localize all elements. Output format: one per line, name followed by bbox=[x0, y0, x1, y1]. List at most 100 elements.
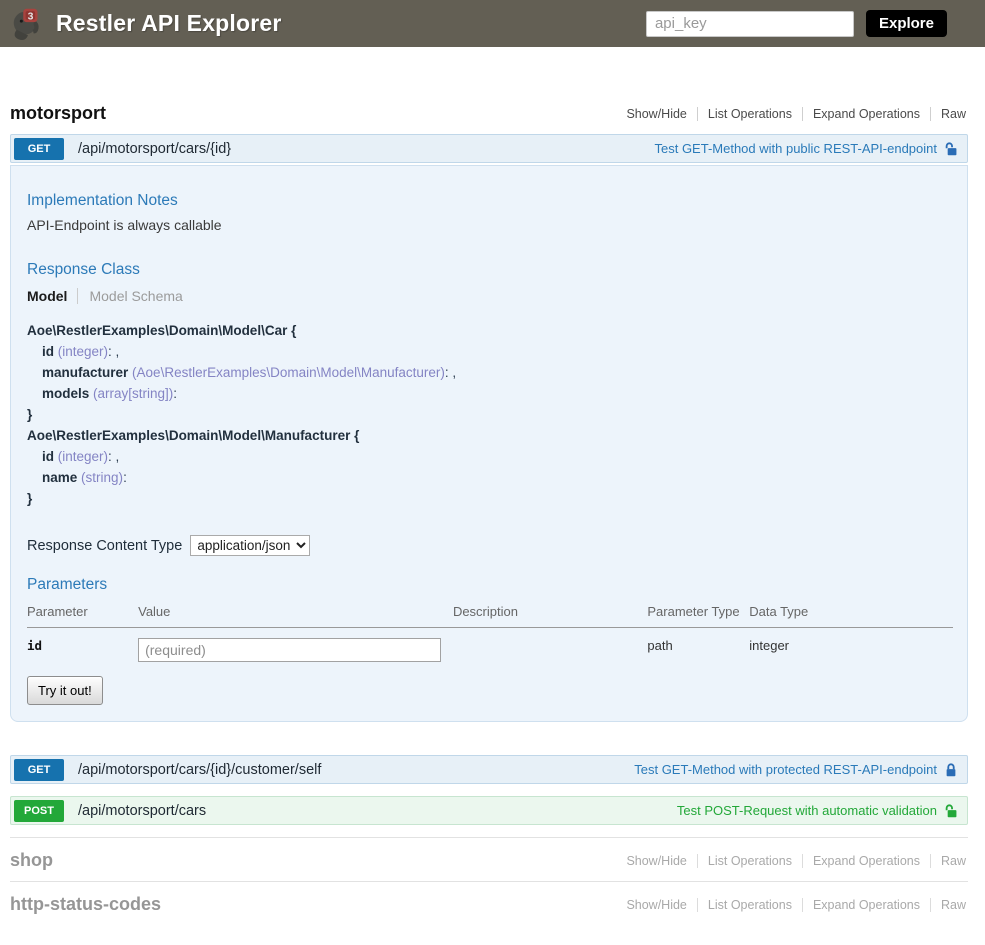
app-title: Restler API Explorer bbox=[56, 10, 282, 37]
parameter-row-id: id path integer bbox=[27, 628, 953, 665]
col-parameter: Parameter bbox=[27, 598, 138, 628]
show-hide-link[interactable]: Show/Hide bbox=[616, 854, 696, 868]
parameters-table-header-row: Parameter Value Description Parameter Ty… bbox=[27, 598, 953, 628]
explore-button[interactable]: Explore bbox=[866, 10, 947, 37]
model-car-header: Aoe\RestlerExamples\Domain\Model\Car { bbox=[27, 320, 953, 341]
logo-badge-3: 3 bbox=[28, 11, 34, 22]
section-header-http-status-codes: http-status-codes Show/Hide List Operati… bbox=[10, 882, 968, 925]
op-path-link[interactable]: /api/motorsport/cars/{id} bbox=[78, 141, 231, 157]
model-property: name (string): bbox=[27, 467, 953, 488]
section-shop: shop Show/Hide List Operations Expand Op… bbox=[10, 837, 968, 881]
op-detail-panel: Implementation Notes API-Endpoint is alw… bbox=[10, 165, 968, 722]
raw-link[interactable]: Raw bbox=[930, 898, 968, 912]
op-path-link[interactable]: /api/motorsport/cars/{id}/customer/self bbox=[78, 762, 321, 778]
property-sep: : , bbox=[108, 344, 119, 359]
operation-get-customer: GET /api/motorsport/cars/{id}/customer/s… bbox=[10, 755, 968, 784]
parameters-heading: Parameters bbox=[27, 576, 953, 594]
property-type: (integer) bbox=[58, 344, 108, 359]
model-manufacturer-close: } bbox=[27, 488, 953, 509]
property-sep: : , bbox=[445, 365, 456, 380]
model-property: models (array[string]): bbox=[27, 383, 953, 404]
property-name: models bbox=[42, 386, 89, 401]
tab-model-schema[interactable]: Model Schema bbox=[77, 288, 182, 304]
op-summary-text: Test GET-Method with protected REST-API-… bbox=[634, 762, 937, 777]
section-title-http-status-codes[interactable]: http-status-codes bbox=[10, 894, 161, 915]
property-sep: : , bbox=[108, 449, 119, 464]
property-name: manufacturer bbox=[42, 365, 128, 380]
lock-open-icon bbox=[944, 803, 958, 819]
op-path-link[interactable]: /api/motorsport/cars bbox=[78, 803, 206, 819]
parameters-table: Parameter Value Description Parameter Ty… bbox=[27, 598, 953, 664]
response-content-type-row: Response Content Type application/json bbox=[27, 535, 953, 556]
parameter-type: path bbox=[647, 628, 749, 665]
parameter-description bbox=[453, 628, 647, 665]
model-tabs: Model Model Schema bbox=[27, 288, 953, 304]
parameter-name: id bbox=[27, 628, 138, 665]
op-summary-link[interactable]: Test GET-Method with protected REST-API-… bbox=[634, 762, 967, 778]
implementation-notes-heading: Implementation Notes bbox=[27, 192, 953, 210]
property-type: (string) bbox=[81, 470, 123, 485]
response-class-heading: Response Class bbox=[27, 261, 953, 279]
op-summary-text: Test POST-Request with automatic validat… bbox=[677, 803, 937, 818]
section-header-motorsport: motorsport Show/Hide List Operations Exp… bbox=[10, 91, 968, 134]
show-hide-link[interactable]: Show/Hide bbox=[616, 107, 696, 121]
section-toolbar-motorsport: Show/Hide List Operations Expand Operati… bbox=[616, 107, 968, 121]
section-toolbar-http-status-codes: Show/Hide List Operations Expand Operati… bbox=[616, 898, 968, 912]
section-motorsport: motorsport Show/Hide List Operations Exp… bbox=[10, 91, 968, 825]
expand-operations-link[interactable]: Expand Operations bbox=[802, 107, 930, 121]
try-it-out-button[interactable]: Try it out! bbox=[27, 676, 103, 705]
expand-operations-link[interactable]: Expand Operations bbox=[802, 854, 930, 868]
property-sep: : bbox=[173, 386, 177, 401]
property-name: id bbox=[42, 449, 54, 464]
http-method-badge[interactable]: GET bbox=[14, 759, 64, 781]
model-car-close: } bbox=[27, 404, 953, 425]
section-http-status-codes: http-status-codes Show/Hide List Operati… bbox=[10, 881, 968, 925]
list-operations-link[interactable]: List Operations bbox=[697, 854, 802, 868]
raw-link[interactable]: Raw bbox=[930, 854, 968, 868]
op-summary-text: Test GET-Method with public REST-API-end… bbox=[654, 141, 937, 156]
raw-link[interactable]: Raw bbox=[930, 107, 968, 121]
property-type: (array[string]) bbox=[93, 386, 173, 401]
expand-operations-link[interactable]: Expand Operations bbox=[802, 898, 930, 912]
property-sep: : bbox=[123, 470, 127, 485]
col-parameter-type: Parameter Type bbox=[647, 598, 749, 628]
model-manufacturer-header: Aoe\RestlerExamples\Domain\Model\Manufac… bbox=[27, 425, 953, 446]
parameter-value-input[interactable] bbox=[138, 638, 441, 662]
api-key-input[interactable] bbox=[646, 11, 854, 37]
show-hide-link[interactable]: Show/Hide bbox=[616, 898, 696, 912]
section-title-motorsport[interactable]: motorsport bbox=[10, 103, 106, 124]
op-row-get-car[interactable]: GET /api/motorsport/cars/{id} Test GET-M… bbox=[10, 134, 968, 163]
http-method-badge[interactable]: POST bbox=[14, 800, 64, 822]
model-property: manufacturer (Aoe\RestlerExamples\Domain… bbox=[27, 362, 953, 383]
model-property: id (integer): , bbox=[27, 446, 953, 467]
list-operations-link[interactable]: List Operations bbox=[697, 898, 802, 912]
implementation-notes-text: API-Endpoint is always callable bbox=[27, 217, 953, 233]
op-summary-link[interactable]: Test POST-Request with automatic validat… bbox=[677, 803, 967, 819]
model-property: id (integer): , bbox=[27, 341, 953, 362]
app-header: 3 Restler API Explorer Explore bbox=[0, 0, 985, 47]
section-title-shop[interactable]: shop bbox=[10, 850, 53, 871]
http-method-badge[interactable]: GET bbox=[14, 138, 64, 160]
property-name: id bbox=[42, 344, 54, 359]
list-operations-link[interactable]: List Operations bbox=[697, 107, 802, 121]
operation-post-cars: POST /api/motorsport/cars Test POST-Requ… bbox=[10, 796, 968, 825]
parameter-data-type: integer bbox=[749, 628, 953, 665]
response-content-type-label: Response Content Type bbox=[27, 538, 182, 554]
col-data-type: Data Type bbox=[749, 598, 953, 628]
tab-model[interactable]: Model bbox=[27, 288, 67, 304]
property-name: name bbox=[42, 470, 77, 485]
model-signature: Aoe\RestlerExamples\Domain\Model\Car { i… bbox=[27, 320, 953, 509]
op-row-get-customer[interactable]: GET /api/motorsport/cars/{id}/customer/s… bbox=[10, 755, 968, 784]
operation-get-car: GET /api/motorsport/cars/{id} Test GET-M… bbox=[10, 134, 968, 722]
restler-logo-icon[interactable]: 3 bbox=[8, 4, 48, 44]
response-content-type-select[interactable]: application/json bbox=[190, 535, 310, 556]
property-type: (integer) bbox=[58, 449, 108, 464]
op-summary-link[interactable]: Test GET-Method with public REST-API-end… bbox=[654, 141, 967, 157]
col-description: Description bbox=[453, 598, 647, 628]
try-it-out-row: Try it out! bbox=[27, 676, 953, 705]
section-header-shop: shop Show/Hide List Operations Expand Op… bbox=[10, 838, 968, 881]
elephant-icon: 3 bbox=[9, 5, 47, 43]
lock-closed-icon bbox=[944, 762, 958, 778]
api-explorer-main: motorsport Show/Hide List Operations Exp… bbox=[10, 91, 968, 945]
op-row-post-cars[interactable]: POST /api/motorsport/cars Test POST-Requ… bbox=[10, 796, 968, 825]
